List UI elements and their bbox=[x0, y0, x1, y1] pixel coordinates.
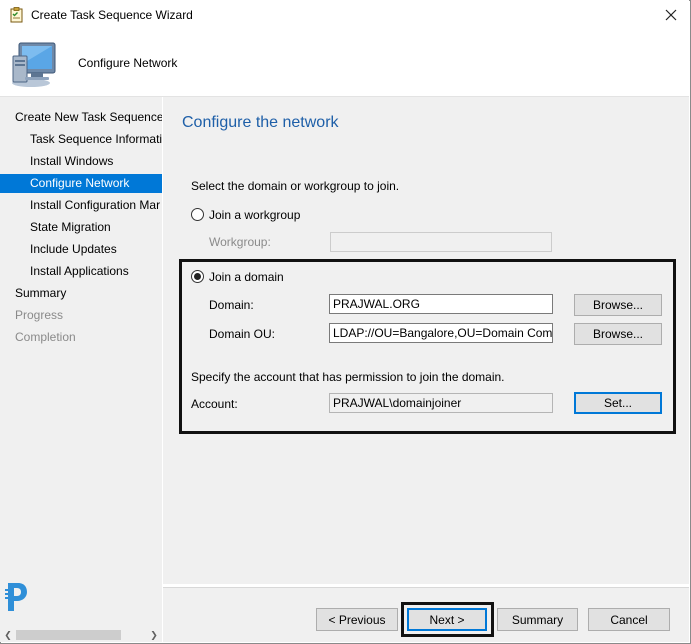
nav-item-install-configuration-manager: Install Configuration Mar bbox=[30, 198, 161, 212]
window-title: Create Task Sequence Wizard bbox=[31, 8, 193, 22]
scroll-right-icon[interactable]: ❯ bbox=[146, 628, 162, 642]
domain-field[interactable]: PRAJWAL.ORG bbox=[329, 294, 553, 314]
join-domain-radio[interactable] bbox=[191, 270, 204, 283]
nav-item-completion: Completion bbox=[15, 330, 76, 344]
nav-item-summary: Summary bbox=[15, 286, 67, 300]
radio-selected-dot bbox=[194, 273, 201, 280]
close-icon bbox=[665, 9, 677, 21]
logo-icon bbox=[5, 581, 29, 613]
nav-item-include-updates: Include Updates bbox=[30, 242, 117, 256]
domain-ou-browse-button[interactable]: Browse... bbox=[574, 323, 662, 345]
nav-item-task-sequence-information: Task Sequence Informatio bbox=[30, 132, 162, 146]
account-set-button[interactable]: Set... bbox=[574, 392, 662, 414]
scroll-left-icon[interactable]: ❮ bbox=[0, 628, 16, 642]
previous-button[interactable]: < Previous bbox=[316, 608, 398, 631]
computer-monitor-icon bbox=[9, 40, 59, 88]
next-button[interactable]: Next > bbox=[407, 608, 487, 631]
nav-item-progress: Progress bbox=[15, 308, 64, 322]
account-label: Account: bbox=[191, 397, 238, 411]
join-instruction: Select the domain or workgroup to join. bbox=[191, 179, 400, 193]
domain-ou-label: Domain OU: bbox=[209, 327, 276, 341]
domain-ou-field[interactable]: LDAP://OU=Bangalore,OU=Domain Comps,D bbox=[329, 323, 553, 343]
account-field[interactable]: PRAJWAL\domainjoiner bbox=[329, 393, 553, 413]
scrollbar-thumb[interactable] bbox=[16, 630, 121, 640]
nav-item-state-migration: State Migration bbox=[30, 220, 111, 234]
workgroup-field[interactable] bbox=[330, 232, 552, 252]
close-button[interactable] bbox=[658, 3, 684, 27]
title-bar: Create Task Sequence Wizard bbox=[0, 0, 689, 31]
nav-item-configure-network: Configure Network bbox=[0, 174, 162, 193]
nav-item-create-new-task-sequence: Create New Task Sequence bbox=[15, 110, 162, 124]
workgroup-label: Workgroup: bbox=[209, 235, 271, 249]
join-domain-label[interactable]: Join a domain bbox=[209, 270, 284, 284]
join-workgroup-radio[interactable] bbox=[191, 208, 204, 221]
wizard-steps-nav: Create New Task Sequence Task Sequence I… bbox=[0, 97, 162, 628]
nav-item-install-applications: Install Applications bbox=[30, 264, 129, 278]
nav-horizontal-scrollbar[interactable]: ❮ ❯ bbox=[0, 628, 162, 642]
domain-label: Domain: bbox=[209, 298, 254, 312]
cancel-button[interactable]: Cancel bbox=[588, 608, 670, 631]
wizard-checklist-icon bbox=[9, 7, 25, 23]
domain-browse-button[interactable]: Browse... bbox=[574, 294, 662, 316]
nav-item-install-windows: Install Windows bbox=[30, 154, 114, 168]
header-title: Configure Network bbox=[78, 56, 178, 70]
wizard-header: Configure Network bbox=[0, 31, 689, 96]
page-title: Configure the network bbox=[182, 114, 339, 131]
account-instruction: Specify the account that has permission … bbox=[191, 370, 505, 384]
join-workgroup-label[interactable]: Join a workgroup bbox=[209, 208, 300, 222]
summary-button[interactable]: Summary bbox=[497, 608, 578, 631]
